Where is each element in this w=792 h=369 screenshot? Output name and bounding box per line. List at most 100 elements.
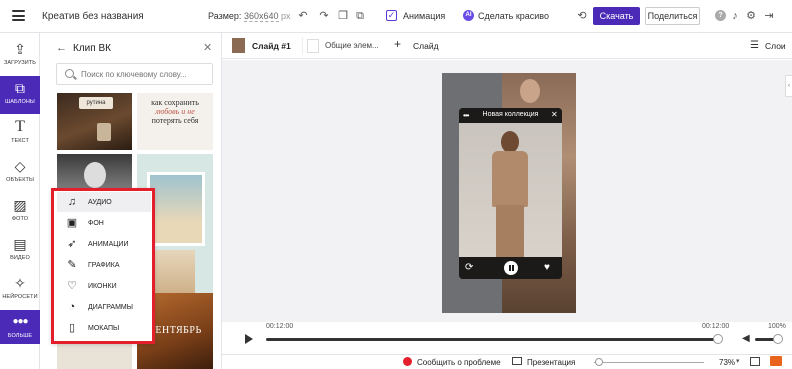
download-button[interactable]: Скачать: [593, 7, 640, 25]
history-icon[interactable]: ⟲: [575, 9, 589, 23]
animation-checkbox[interactable]: ✓: [386, 10, 397, 21]
share-button[interactable]: Поделиться: [645, 7, 700, 25]
rail-item-text[interactable]: T ТЕКСТ: [0, 115, 40, 153]
slide-tab-common[interactable]: Общие элем...: [302, 37, 388, 55]
bell-icon[interactable]: ♪: [728, 9, 742, 23]
copy-icon[interactable]: ❐: [336, 9, 350, 23]
status-bar: Сообщить о проблеме Презентация 73% ▾: [222, 354, 792, 369]
thumb-cup-shape: [97, 123, 111, 141]
zoom-value[interactable]: 73%: [719, 358, 735, 367]
back-arrow-icon[interactable]: ←: [56, 42, 67, 54]
help-icon[interactable]: ?: [715, 10, 726, 21]
menu-item-label: АУДИО: [88, 198, 112, 206]
menu-item-icons[interactable]: ♡ ИКОНКИ: [57, 276, 151, 296]
thumb-polaroid: [147, 172, 205, 246]
menu-item-charts[interactable]: ◔ ДИАГРАММЫ: [57, 297, 151, 317]
template-thumbnail[interactable]: рутина: [57, 93, 132, 150]
canvas-size[interactable]: Размер: 360x640 px: [208, 11, 291, 22]
zoom-slider[interactable]: [594, 362, 704, 363]
report-problem-button[interactable]: Сообщить о проблеме: [417, 358, 501, 367]
report-problem-icon[interactable]: [403, 357, 412, 366]
common-elements-thumb: [307, 39, 319, 53]
volume-knob[interactable]: [773, 334, 783, 344]
menu-item-graphics[interactable]: ✎ ГРАФИКА: [57, 255, 151, 275]
menu-item-label: ГРАФИКА: [88, 261, 120, 269]
rail-item-label: ВИДЕО: [10, 255, 30, 261]
settings-gear-icon[interactable]: ⚙: [744, 9, 758, 23]
cast-screen-icon[interactable]: [770, 356, 782, 366]
more-dots-icon: ●●●: [12, 316, 28, 327]
duplicate-icon[interactable]: ⧉: [353, 9, 367, 23]
rail-item-label: ЗАГРУЗИТЬ: [3, 60, 37, 66]
add-slide-button[interactable]: Слайд: [413, 41, 439, 51]
collapse-panel-icon[interactable]: ‹: [785, 75, 792, 97]
menu-item-animations[interactable]: ➶ АНИМАЦИИ: [57, 234, 151, 254]
heart-icon: ♡: [67, 280, 77, 292]
pause-icon[interactable]: [504, 261, 518, 275]
presentation-button[interactable]: Презентация: [527, 358, 575, 367]
presentation-icon[interactable]: [512, 357, 522, 365]
rail-item-templates[interactable]: ⧉ ШАБЛОНЫ: [0, 76, 40, 114]
timeline-track[interactable]: [266, 338, 718, 341]
search-icon: [65, 69, 74, 78]
timeline-start-time: 00:12:00: [266, 323, 294, 330]
timeline-knob[interactable]: [713, 334, 723, 344]
player-header: ••• Новая коллекция ✕: [459, 108, 562, 123]
ai-sparkle-icon[interactable]: AI: [463, 10, 474, 21]
player-controls: ⟳ ♥: [459, 257, 562, 279]
video-legs-shape: [496, 205, 524, 257]
photo-icon: ▨: [13, 197, 27, 213]
search-input[interactable]: [81, 68, 209, 81]
panel-title: Клип ВК: [73, 43, 111, 54]
rail-item-photo[interactable]: ▨ ФОТО: [0, 193, 40, 231]
undo-icon[interactable]: ↶: [296, 9, 310, 23]
video-head-shape: [501, 131, 519, 153]
objects-icon: ◇: [14, 158, 26, 174]
rail-item-label: ФОТО: [11, 216, 29, 222]
player-close-icon[interactable]: ✕: [551, 110, 558, 119]
add-slide-icon[interactable]: +: [394, 37, 401, 51]
play-icon[interactable]: [245, 334, 253, 344]
thumb-quote-line: потерять себя: [151, 116, 199, 125]
rail-item-more[interactable]: ●●● БОЛЬШЕ: [0, 310, 40, 344]
exit-icon[interactable]: ⇥: [762, 9, 776, 23]
fit-screen-icon[interactable]: [750, 357, 760, 366]
menu-item-mockups[interactable]: ▯ МОКАПЫ: [57, 318, 151, 338]
template-thumbnail[interactable]: как сохранить любовь и не потерять себя: [137, 93, 213, 150]
rail-item-objects[interactable]: ◇ ОБЪЕКТЫ: [0, 154, 40, 192]
rail-item-label: ТЕКСТ: [11, 138, 29, 144]
like-heart-icon[interactable]: ♥: [544, 262, 550, 274]
project-title[interactable]: Креатив без названия: [42, 11, 144, 22]
ai-wand-icon: ✧: [14, 275, 26, 291]
rocket-icon: ➶: [67, 238, 77, 250]
menu-item-audio[interactable]: ♫ АУДИО: [57, 192, 151, 212]
zoom-knob[interactable]: [595, 358, 603, 366]
make-beautiful-button[interactable]: Сделать красиво: [478, 11, 549, 21]
slide-bar: Слайд #1 Общие элем... + Слайд ☰ Слои: [222, 33, 792, 59]
slide-tab-current[interactable]: Слайд #1: [252, 41, 291, 51]
rail-item-upload[interactable]: ⇪ ЗАГРУЗИТЬ: [0, 37, 40, 75]
close-icon[interactable]: ✕: [203, 41, 212, 54]
layers-button[interactable]: Слои: [765, 41, 786, 51]
rail-item-label: ОБЪЕКТЫ: [6, 177, 34, 183]
video-player-popup[interactable]: ••• Новая коллекция ✕ ⟳ ♥: [459, 108, 562, 279]
thumb-quote-line: как сохранить: [151, 98, 199, 107]
slide-thumbnail[interactable]: [232, 38, 245, 53]
timeline-end-time: 00:12:00: [702, 323, 730, 330]
size-value[interactable]: 360x640: [243, 11, 279, 22]
slide-tab-label: Общие элем...: [325, 41, 379, 50]
redo-icon[interactable]: ↷: [317, 9, 331, 23]
search-field[interactable]: [56, 63, 213, 85]
volume-icon[interactable]: ◀: [742, 333, 750, 344]
menu-item-background[interactable]: ▣ ФОН: [57, 213, 151, 233]
hamburger-menu-icon[interactable]: [12, 10, 25, 21]
rail-item-video[interactable]: ▤ ВИДЕО: [0, 232, 40, 270]
animation-label[interactable]: Анимация: [403, 11, 445, 21]
thumb-quote-line: любовь и не: [155, 107, 195, 116]
rail-item-ai[interactable]: ✧ НЕЙРОСЕТИ: [0, 271, 40, 309]
zoom-dropdown-icon[interactable]: ▾: [736, 357, 740, 365]
repeat-icon[interactable]: ⟳: [465, 262, 473, 274]
volume-percent: 100%: [768, 323, 786, 330]
layers-icon[interactable]: ☰: [750, 40, 759, 51]
audio-note-icon: ♫: [67, 196, 77, 208]
